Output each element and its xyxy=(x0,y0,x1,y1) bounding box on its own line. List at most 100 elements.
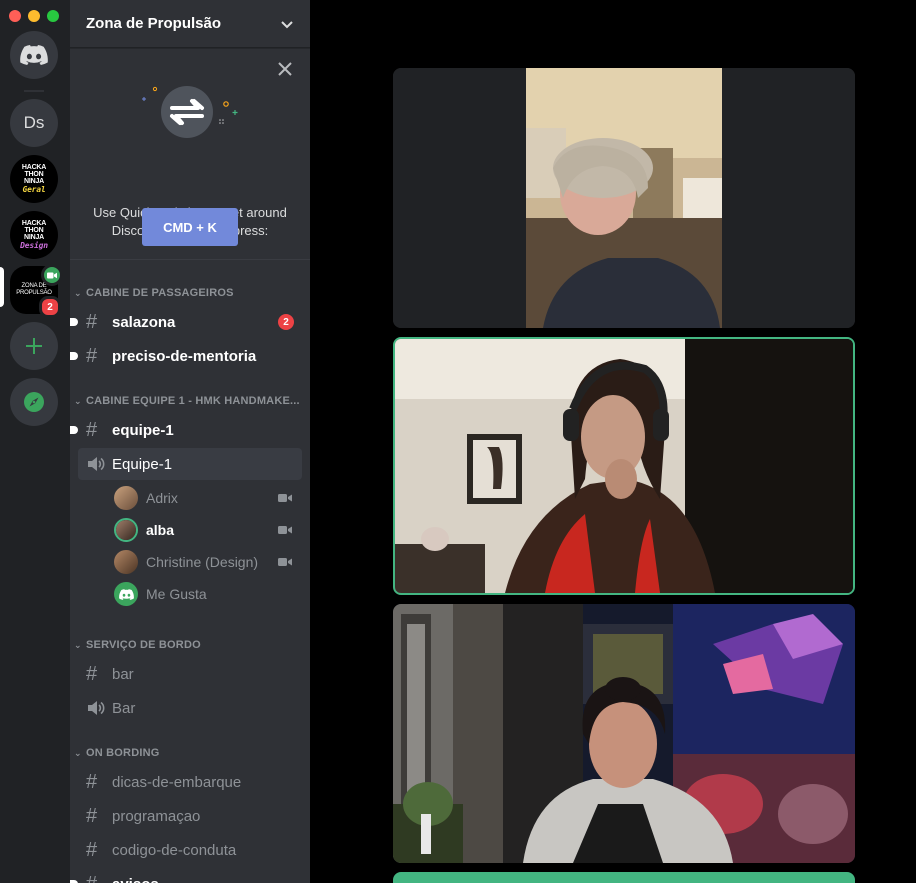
server-hackathon-design[interactable]: HACKA THON NINJA Design xyxy=(10,211,58,259)
text-channel-icon: # xyxy=(86,873,106,883)
channel-name: codigo-de-conduta xyxy=(112,841,237,859)
server-art-line: NINJA xyxy=(23,178,44,185)
channel-name: equipe-1 xyxy=(112,421,174,439)
channel-salazona[interactable]: # salazona 2 xyxy=(70,306,302,338)
channel-dicas-de-embarque[interactable]: # dicas-de-embarque xyxy=(78,766,302,798)
chevron-down-icon: ⌄ xyxy=(74,639,82,650)
text-channel-icon: # xyxy=(86,804,98,827)
server-art-line: HACKA xyxy=(21,164,47,171)
category-on-bording[interactable]: ⌄ ON BORDING xyxy=(74,747,304,759)
avatar xyxy=(114,486,138,510)
channel-name: Bar xyxy=(112,699,136,717)
channel-name: dicas-de-embarque xyxy=(112,773,242,791)
channel-name: bar xyxy=(112,665,134,683)
voice-user-name: Me Gusta xyxy=(146,586,207,602)
server-mention-count: 2 xyxy=(47,301,53,313)
channel-bar-voice[interactable]: Bar xyxy=(78,692,302,724)
compass-icon xyxy=(24,392,44,412)
quick-switcher-shortcut-button[interactable]: CMD + K xyxy=(142,208,238,246)
voice-user-name: alba xyxy=(146,522,175,538)
category-cabine-de-passageiros[interactable]: ⌄ CABINE DE PASSAGEIROS xyxy=(74,287,304,299)
server-hackathon-geral-art: HACKA THON NINJA Geral xyxy=(22,164,46,194)
video-camera-icon xyxy=(41,264,63,286)
discord-logo-icon xyxy=(20,45,48,65)
category-cabine-equipe-1[interactable]: ⌄ CABINE EQUIPE 1 - HMK HANDMAKE... xyxy=(74,395,304,407)
server-rail: Ds HACKA THON NINJA Geral HACKA THON NIN… xyxy=(0,0,70,883)
server-art-line: THON xyxy=(24,227,44,234)
server-ds[interactable]: Ds xyxy=(10,99,58,147)
chevron-down-icon: ⌄ xyxy=(74,395,82,406)
video-tile[interactable] xyxy=(393,68,855,328)
video-tile[interactable] xyxy=(393,604,855,863)
zoom-window-button[interactable] xyxy=(47,10,59,22)
video-feed xyxy=(395,339,853,593)
category-servico-de-bordo[interactable]: ⌄ SERVIÇO DE BORDO xyxy=(74,639,304,651)
text-channel-icon: # xyxy=(86,770,98,793)
selected-server-pill xyxy=(0,267,4,307)
channel-equipe-1-voice[interactable]: Equipe-1 xyxy=(78,448,302,480)
thread-channel-icon: # xyxy=(86,344,98,367)
channel-name: Equipe-1 xyxy=(112,455,173,473)
rail-separator xyxy=(24,90,44,92)
server-mention-badge: 2 xyxy=(39,296,61,318)
server-art-line: HACKA xyxy=(21,220,47,227)
text-channel-icon: # xyxy=(86,310,98,333)
thread-channel-icon: # xyxy=(86,418,98,441)
add-server-button[interactable] xyxy=(10,322,58,370)
voice-user-me-gusta[interactable]: Me Gusta xyxy=(114,579,302,609)
guild-header[interactable]: Zona de Propulsão xyxy=(70,0,310,48)
voice-user-christine[interactable]: Christine (Design) xyxy=(114,547,302,577)
avatar xyxy=(114,550,138,574)
plus-icon xyxy=(26,338,42,354)
speaker-icon xyxy=(88,457,105,471)
discord-logo-icon xyxy=(118,588,134,600)
unread-indicator xyxy=(70,318,78,326)
mention-badge: 2 xyxy=(278,314,294,330)
channel-preciso-de-mentoria[interactable]: # preciso-de-mentoria xyxy=(70,340,302,372)
channel-avisos[interactable]: # avisos xyxy=(70,868,302,883)
quick-switcher-arrows-icon xyxy=(142,86,238,138)
channel-programacao[interactable]: # programaçao xyxy=(78,800,302,832)
channel-name: salazona xyxy=(112,313,176,331)
voice-user-alba[interactable]: alba xyxy=(114,515,302,545)
server-zona-art: ZONA DE PROPULSÃO xyxy=(16,283,52,297)
video-tile-speaking[interactable] xyxy=(393,872,855,883)
close-icon[interactable] xyxy=(276,60,294,78)
chevron-down-icon: ⌄ xyxy=(74,287,82,298)
server-art-tag: Geral xyxy=(22,185,46,194)
channel-bar-text[interactable]: # bar xyxy=(78,658,302,690)
avatar-image xyxy=(116,520,136,540)
video-feed xyxy=(393,604,855,863)
speaker-icon xyxy=(88,701,105,715)
video-camera-icon xyxy=(278,494,292,502)
channel-sidebar: Zona de Propulsão Use Quick Switcher to … xyxy=(70,0,310,883)
unread-indicator xyxy=(70,426,78,434)
video-camera-icon xyxy=(278,526,292,534)
channel-name: preciso-de-mentoria xyxy=(112,347,257,365)
voice-user-adrix[interactable]: Adrix xyxy=(114,483,302,513)
server-hackathon-design-art: HACKA THON NINJA Design xyxy=(20,220,48,250)
minimize-window-button[interactable] xyxy=(28,10,40,22)
server-art-line: NINJA xyxy=(23,234,44,241)
server-art-tag: Design xyxy=(20,241,48,250)
explore-servers-button[interactable] xyxy=(10,378,58,426)
guild-name: Zona de Propulsão xyxy=(86,15,222,32)
server-hackathon-geral[interactable]: HACKA THON NINJA Geral xyxy=(10,155,58,203)
video-stage xyxy=(310,0,916,883)
chevron-down-icon xyxy=(281,20,293,28)
avatar xyxy=(114,582,138,606)
voice-user-name: Christine (Design) xyxy=(146,554,259,570)
channel-name: programaçao xyxy=(112,807,201,825)
channel-name: avisos xyxy=(112,876,302,883)
channel-equipe-1-text[interactable]: # equipe-1 xyxy=(70,414,302,446)
video-tile-speaking[interactable] xyxy=(393,337,855,595)
server-art-line: THON xyxy=(24,171,44,178)
voice-user-name: Adrix xyxy=(146,490,178,506)
chevron-down-icon: ⌄ xyxy=(74,747,82,758)
text-channel-icon: # xyxy=(86,838,98,861)
home-button[interactable] xyxy=(10,31,58,79)
text-channel-icon: # xyxy=(86,662,98,685)
avatar xyxy=(114,518,138,542)
close-window-button[interactable] xyxy=(9,10,21,22)
channel-codigo-de-conduta[interactable]: # codigo-de-conduta xyxy=(78,834,302,866)
